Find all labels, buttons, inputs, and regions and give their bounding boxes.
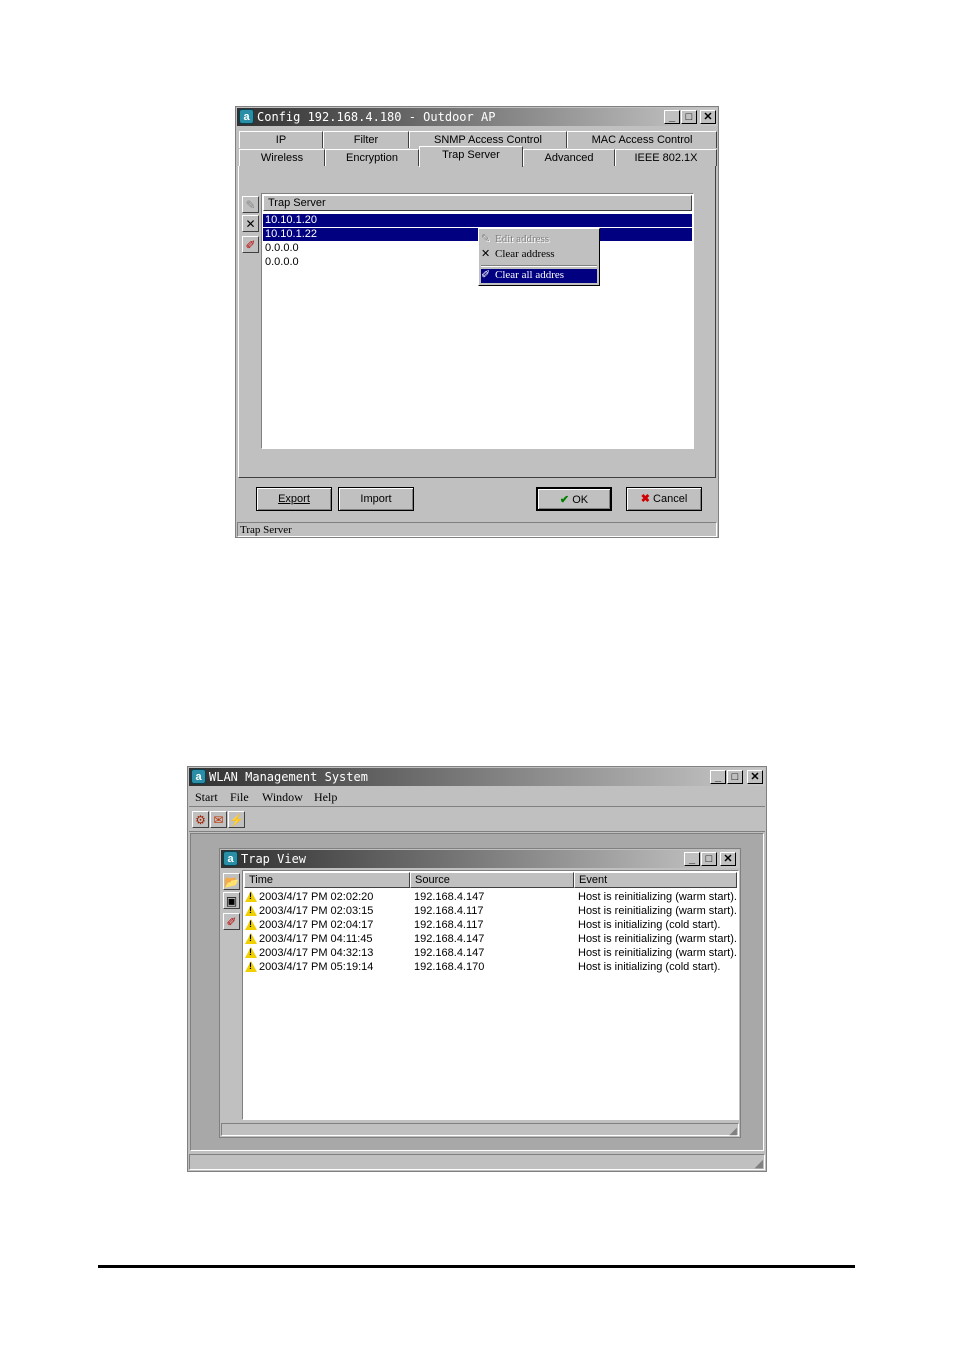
- config-title: Config 192.168.4.180 - Outdoor AP: [257, 110, 496, 124]
- column-header-event[interactable]: Event: [574, 872, 737, 888]
- resize-grip-icon[interactable]: ◢: [755, 1157, 763, 1170]
- list-item[interactable]: 10.10.1.20: [263, 214, 692, 227]
- wms-title: WLAN Management System: [209, 770, 368, 784]
- resize-grip-icon[interactable]: ◢: [729, 1126, 737, 1137]
- discover-icon[interactable]: ⚙: [192, 811, 209, 828]
- context-menu: ✎ Edit address ✕ Clear address ✐ Clear all …: [478, 228, 600, 286]
- trap-server-panel: ✎ ✕ ✐ Trap Server 10.10.1.20 10.10.1.22 …: [238, 166, 716, 478]
- menu-file[interactable]: File: [230, 790, 249, 805]
- warning-icon: [245, 961, 257, 972]
- list-item[interactable]: 0.0.0.0: [263, 242, 299, 255]
- edit-address-button[interactable]: ✎: [242, 196, 259, 213]
- open-folder-icon[interactable]: 📂: [223, 873, 240, 890]
- clear-address-button[interactable]: ✕: [242, 215, 259, 232]
- minimize-button[interactable]: _: [710, 770, 726, 784]
- maximize-button[interactable]: □: [727, 770, 743, 784]
- menu-item-edit-address[interactable]: ✎ Edit address: [481, 233, 597, 246]
- tab-ieee-8021x[interactable]: IEEE 802.1X: [615, 149, 717, 166]
- x-icon: ✕: [481, 248, 491, 260]
- trap-server-column-header[interactable]: Trap Server: [263, 195, 692, 211]
- tab-trap-server[interactable]: Trap Server: [419, 146, 523, 167]
- menu-bar: Start File Window Help: [189, 788, 765, 807]
- eraser-icon[interactable]: ✐: [223, 913, 240, 930]
- maximize-button[interactable]: □: [701, 852, 717, 866]
- warning-icon: [245, 947, 257, 958]
- warning-icon: [245, 933, 257, 944]
- column-header-source[interactable]: Source: [410, 872, 574, 888]
- tab-encryption[interactable]: Encryption: [325, 149, 419, 166]
- menu-help[interactable]: Help: [314, 790, 337, 805]
- menu-window[interactable]: Window: [262, 790, 303, 805]
- warning-icon: [245, 919, 257, 930]
- wms-titlebar[interactable]: a WLAN Management System _ □ ✕: [189, 768, 765, 786]
- warning-icon: [245, 905, 257, 916]
- list-item[interactable]: 0.0.0.0: [263, 256, 299, 269]
- trap-icon[interactable]: ✉: [210, 811, 227, 828]
- menu-separator: [481, 265, 597, 267]
- menu-item-clear-address[interactable]: ✕ Clear address: [481, 248, 597, 261]
- app-logo-icon: a: [239, 109, 254, 124]
- table-row[interactable]: 2003/4/17 PM 05:19:14 192.168.4.170 Host…: [245, 961, 737, 974]
- tab-ip[interactable]: IP: [239, 131, 323, 148]
- tab-wireless[interactable]: Wireless: [239, 149, 325, 166]
- trap-view-titlebar[interactable]: a Trap View _ □ ✕: [221, 850, 739, 868]
- wms-status-bar: ◢: [189, 1154, 765, 1170]
- close-button[interactable]: ✕: [700, 110, 716, 124]
- ok-button[interactable]: ✔ OK: [536, 487, 612, 511]
- trap-view-window: a Trap View _ □ ✕ 📂 ▣ ✐ Time Source Even…: [219, 848, 741, 1138]
- clear-all-button[interactable]: ✐: [242, 236, 259, 253]
- column-header-time[interactable]: Time: [244, 872, 410, 888]
- export-button[interactable]: Export: [256, 487, 332, 511]
- trap-view-title: Trap View: [241, 852, 307, 866]
- close-button[interactable]: ✕: [747, 770, 763, 784]
- cancel-x-icon: ✖: [640, 493, 650, 505]
- eraser-icon: ✐: [481, 269, 491, 281]
- run-icon[interactable]: ⚡: [228, 811, 245, 828]
- tab-mac-access-control[interactable]: MAC Access Control: [567, 131, 717, 148]
- trap-table: Time Source Event 2003/4/17 PM 02:02:20 …: [242, 870, 739, 1120]
- edit-icon: ✎: [481, 233, 491, 245]
- config-titlebar[interactable]: a Config 192.168.4.180 - Outdoor AP _ □ …: [237, 108, 717, 126]
- table-row[interactable]: 2003/4/17 PM 04:32:13 192.168.4.147 Host…: [245, 947, 737, 960]
- maximize-button[interactable]: □: [681, 110, 697, 124]
- import-button[interactable]: Import: [338, 487, 414, 511]
- cancel-button[interactable]: ✖ Cancel: [626, 487, 702, 511]
- table-row[interactable]: 2003/4/17 PM 02:02:20 192.168.4.147 Host…: [245, 891, 737, 904]
- warning-icon: [245, 891, 257, 902]
- table-row[interactable]: 2003/4/17 PM 02:04:17 192.168.4.117 Host…: [245, 919, 737, 932]
- save-icon[interactable]: ▣: [223, 892, 240, 909]
- config-window: a Config 192.168.4.180 - Outdoor AP _ □ …: [235, 106, 719, 538]
- page-footer-rule: [98, 1265, 855, 1268]
- checkmark-icon: ✔: [559, 494, 570, 506]
- mdi-area: a Trap View _ □ ✕ 📂 ▣ ✐ Time Source Even…: [190, 833, 764, 1151]
- trap-view-status-bar: ◢: [221, 1123, 739, 1137]
- app-logo-icon: a: [191, 769, 206, 784]
- wms-window: a WLAN Management System _ □ ✕ Start Fil…: [187, 766, 767, 1172]
- toolbar: ⚙ ✉ ⚡: [189, 809, 765, 832]
- status-bar: Trap Server: [237, 522, 717, 537]
- table-row[interactable]: 2003/4/17 PM 02:03:15 192.168.4.117 Host…: [245, 905, 737, 918]
- minimize-button[interactable]: _: [664, 110, 680, 124]
- table-row[interactable]: 2003/4/17 PM 04:11:45 192.168.4.147 Host…: [245, 933, 737, 946]
- menu-start[interactable]: Start: [195, 790, 218, 805]
- close-button[interactable]: ✕: [720, 852, 736, 866]
- app-logo-icon: a: [223, 851, 238, 866]
- tab-advanced[interactable]: Advanced: [523, 149, 615, 166]
- menu-item-clear-all[interactable]: ✐ Clear all addres: [481, 269, 597, 283]
- minimize-button[interactable]: _: [684, 852, 700, 866]
- tab-filter[interactable]: Filter: [323, 131, 409, 148]
